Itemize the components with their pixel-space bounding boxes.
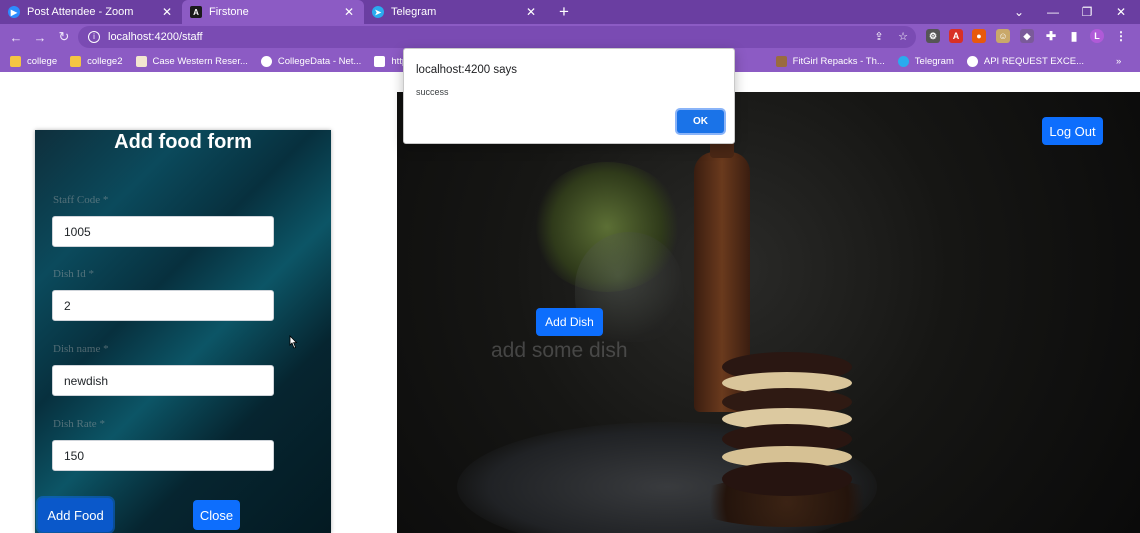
reload-icon[interactable]: ↻ xyxy=(52,25,76,49)
folder-icon xyxy=(10,55,21,67)
dish-id-label: Dish Id * xyxy=(53,268,94,280)
extension-icon[interactable]: ☺ xyxy=(996,29,1010,43)
add-dish-hint: add some dish xyxy=(491,339,628,362)
bookmark-label: college xyxy=(27,55,58,67)
case-western-icon xyxy=(135,55,147,67)
bookmark-label: college2 xyxy=(87,55,123,67)
tab-telegram[interactable]: ➤ Telegram ✕ xyxy=(364,0,546,24)
staff-code-label: Staff Code * xyxy=(53,194,109,206)
hero-cake xyxy=(722,342,852,502)
tab-label: Telegram xyxy=(391,6,437,18)
bookmark-item[interactable]: college2 xyxy=(70,55,123,67)
staff-code-input[interactable]: 1005 xyxy=(52,216,274,247)
alert-dialog: localhost:4200 says success OK xyxy=(403,48,735,144)
add-food-button[interactable]: Add Food xyxy=(38,498,113,532)
bookmark-item[interactable]: API REQUEST EXCE... xyxy=(966,55,1085,67)
browser-toolbar: ← → ↻ i localhost:4200/staff ⇪ ☆ ⚙ A ● ☺… xyxy=(0,24,1140,50)
telegram-icon xyxy=(897,55,909,67)
back-icon[interactable]: ← xyxy=(4,25,28,49)
forward-icon[interactable]: → xyxy=(28,25,52,49)
tab-search-icon[interactable]: ⌄ xyxy=(1004,0,1034,24)
share-icon[interactable]: ⇪ xyxy=(870,27,888,45)
extensions-puzzle-icon[interactable]: ✚ xyxy=(1044,29,1058,43)
extension-icon[interactable]: A xyxy=(949,29,963,43)
close-tab-icon[interactable]: ✕ xyxy=(342,5,356,19)
add-food-form xyxy=(35,130,331,533)
dish-rate-input[interactable]: 150 xyxy=(52,440,274,471)
alert-message: success xyxy=(416,87,449,97)
new-tab-button[interactable]: + xyxy=(552,0,576,24)
dish-rate-label: Dish Rate * xyxy=(53,418,105,430)
tab-firstone[interactable]: A Firstone ✕ xyxy=(182,0,364,24)
bookmark-label: CollegeData - Net... xyxy=(277,55,362,67)
mouse-cursor-icon xyxy=(289,335,298,349)
extension-icon[interactable]: ● xyxy=(972,29,986,43)
bookmark-item[interactable]: college xyxy=(10,55,58,67)
zoom-icon: ▶ xyxy=(8,6,20,18)
folder-icon xyxy=(70,55,82,67)
bookmark-item[interactable]: Case Western Reser... xyxy=(135,55,248,67)
dish-name-label: Dish name * xyxy=(53,343,109,355)
bookmark-label: Telegram xyxy=(914,55,954,67)
restore-button[interactable]: ❐ xyxy=(1072,0,1102,24)
bookmark-label: FitGirl Repacks - Th... xyxy=(792,55,885,67)
more-bookmarks-icon[interactable]: » xyxy=(1116,56,1121,67)
fitgirl-icon xyxy=(775,55,787,67)
hero-image xyxy=(397,92,1140,533)
form-title: Add food form xyxy=(114,131,252,153)
ok-button[interactable]: OK xyxy=(677,110,724,133)
telegram-icon: ➤ xyxy=(372,6,384,18)
site-info-icon[interactable]: i xyxy=(88,31,100,43)
extension-icon[interactable]: ⚙ xyxy=(926,29,940,43)
minimize-button[interactable]: — xyxy=(1038,0,1068,24)
bookmark-label: API REQUEST EXCE... xyxy=(983,55,1085,67)
bookmark-label: Case Western Reser... xyxy=(152,55,248,67)
tab-strip: ▶ Post Attendee - Zoom ✕ A Firstone ✕ ➤ … xyxy=(0,0,1140,24)
google-icon xyxy=(966,55,978,67)
tab-label: Firstone xyxy=(209,6,249,18)
extension-icon[interactable]: ◆ xyxy=(1020,29,1034,43)
dish-name-input[interactable]: newdish xyxy=(52,365,274,396)
tab-zoom[interactable]: ▶ Post Attendee - Zoom ✕ xyxy=(0,0,182,24)
close-button[interactable]: Close xyxy=(193,500,240,530)
close-tab-icon[interactable]: ✕ xyxy=(160,5,174,19)
url-text: localhost:4200/staff xyxy=(108,31,203,43)
menu-icon[interactable]: ⋮ xyxy=(1114,29,1128,43)
address-bar[interactable]: i localhost:4200/staff xyxy=(78,26,916,48)
alert-title: localhost:4200 says xyxy=(416,64,518,76)
tab-label: Post Attendee - Zoom xyxy=(27,6,134,18)
profile-avatar[interactable]: L xyxy=(1090,29,1104,43)
collegedata-icon xyxy=(260,55,272,67)
add-dish-button[interactable]: Add Dish xyxy=(536,308,603,336)
close-tab-icon[interactable]: ✕ xyxy=(524,5,538,19)
bookmark-item[interactable]: FitGirl Repacks - Th... xyxy=(775,55,885,67)
bookmark-item[interactable]: Telegram xyxy=(897,55,954,67)
close-window-button[interactable]: ✕ xyxy=(1106,0,1136,24)
angular-icon: A xyxy=(190,6,202,18)
bookmark-star-icon[interactable]: ☆ xyxy=(894,27,912,45)
side-panel-icon[interactable]: ▮ xyxy=(1067,29,1081,43)
logout-button[interactable]: Log Out xyxy=(1042,117,1103,145)
bookmark-item[interactable]: CollegeData - Net... xyxy=(260,55,362,67)
dish-id-input[interactable]: 2 xyxy=(52,290,274,321)
site-icon xyxy=(374,55,386,67)
